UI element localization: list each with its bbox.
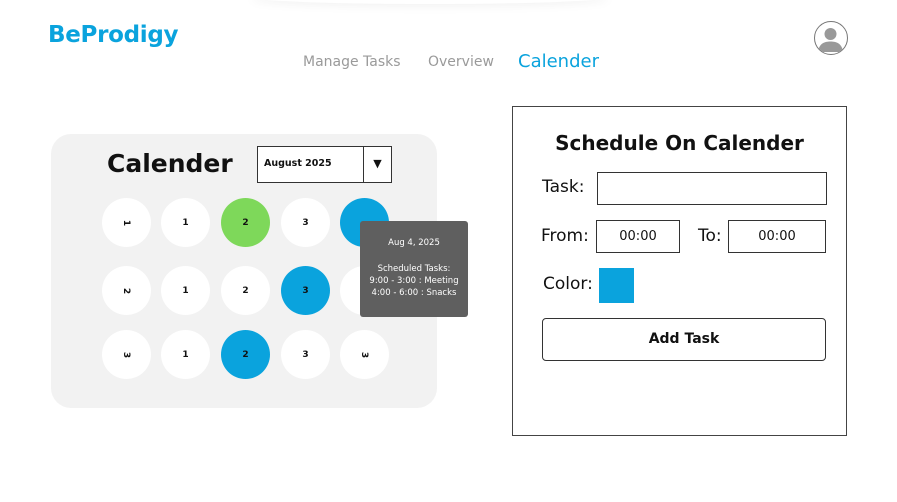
calendar-day[interactable]: 1 bbox=[161, 266, 210, 315]
calendar-day[interactable]: 3 bbox=[281, 266, 330, 315]
day-label: 1 bbox=[121, 219, 132, 226]
to-time-input[interactable]: 00:00 bbox=[728, 220, 826, 253]
tab-overview[interactable]: Overview bbox=[428, 54, 494, 70]
day-label: 2 bbox=[242, 217, 249, 228]
calendar-day[interactable]: 1 bbox=[161, 198, 210, 247]
from-time-input[interactable]: 00:00 bbox=[596, 220, 680, 253]
schedule-title: Schedule On Calender bbox=[555, 131, 804, 155]
day-label: 3 bbox=[302, 285, 309, 296]
user-icon bbox=[818, 28, 843, 52]
calendar-day[interactable]: 1 bbox=[161, 330, 210, 379]
day-label: 2 bbox=[242, 285, 249, 296]
add-task-button[interactable]: Add Task bbox=[542, 318, 826, 361]
from-time-value: 00:00 bbox=[619, 229, 657, 244]
tab-calender[interactable]: Calender bbox=[518, 51, 599, 72]
to-time-value: 00:00 bbox=[758, 229, 796, 244]
tab-manage-tasks[interactable]: Manage Tasks bbox=[303, 54, 401, 70]
chevron-down-icon: ▼ bbox=[363, 147, 391, 182]
main-nav: Manage Tasks Overview Calender bbox=[0, 50, 897, 80]
calendar-day[interactable]: 2 bbox=[221, 266, 270, 315]
user-avatar[interactable] bbox=[814, 21, 848, 55]
day-label: 1 bbox=[182, 285, 189, 296]
color-label: Color: bbox=[543, 274, 593, 294]
day-label: 1 bbox=[182, 217, 189, 228]
tooltip-heading: Scheduled Tasks: bbox=[377, 264, 451, 274]
calendar-day[interactable]: 3 bbox=[281, 198, 330, 247]
day-label: 2 bbox=[121, 287, 132, 294]
calendar-day[interactable]: 2 bbox=[221, 198, 270, 247]
calendar-day[interactable]: 1 bbox=[102, 198, 151, 247]
day-label: 1 bbox=[182, 349, 189, 360]
top-shadow bbox=[250, 0, 610, 4]
tooltip-date: Aug 4, 2025 bbox=[388, 238, 440, 248]
day-label: 2 bbox=[242, 349, 249, 360]
schedule-panel: Schedule On Calender Task: From: 00:00 T… bbox=[512, 106, 847, 436]
app-logo: BeProdigy bbox=[48, 22, 179, 48]
month-select[interactable]: August 2025 ▼ bbox=[257, 146, 392, 183]
day-label: 3 bbox=[359, 351, 370, 358]
calendar-day[interactable]: 3 bbox=[281, 330, 330, 379]
day-tooltip: Aug 4, 2025 Scheduled Tasks: 9:00 - 3:00… bbox=[360, 221, 468, 317]
calendar-day[interactable]: 2 bbox=[221, 330, 270, 379]
day-label: 3 bbox=[121, 351, 132, 358]
tooltip-task: 9:00 - 3:00 : Meeting bbox=[369, 276, 459, 286]
tooltip-task: 4:00 - 6:00 : Snacks bbox=[371, 288, 457, 298]
day-label: 3 bbox=[302, 349, 309, 360]
day-label: 3 bbox=[302, 217, 309, 228]
task-input[interactable] bbox=[597, 172, 827, 205]
calendar-title: Calender bbox=[107, 149, 233, 178]
month-select-value: August 2025 bbox=[264, 158, 332, 169]
task-label: Task: bbox=[542, 177, 585, 197]
to-label: To: bbox=[698, 226, 722, 246]
color-swatch[interactable] bbox=[599, 268, 634, 303]
calendar-day[interactable]: 3 bbox=[340, 330, 389, 379]
calendar-day[interactable]: 3 bbox=[102, 330, 151, 379]
from-label: From: bbox=[541, 226, 589, 246]
calendar-day[interactable]: 2 bbox=[102, 266, 151, 315]
